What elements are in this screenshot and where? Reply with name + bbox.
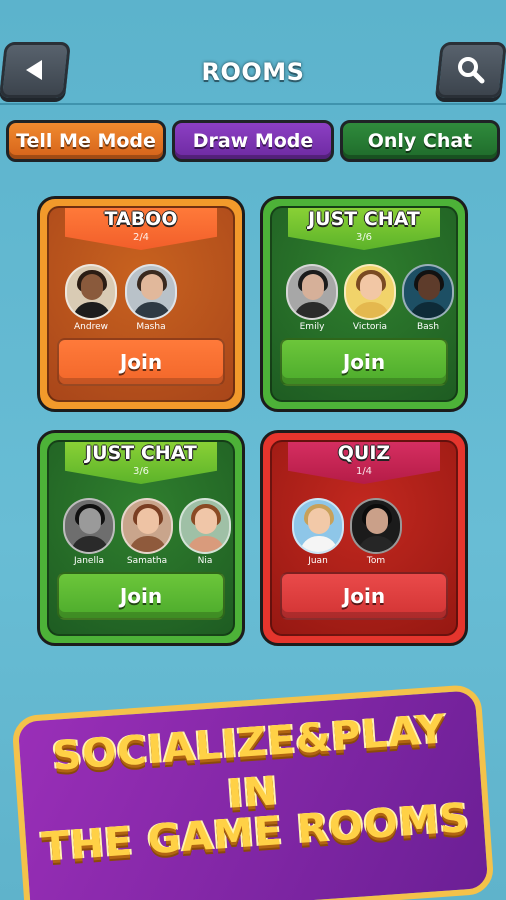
promo-banner-text: SOCIALIZE&PLAY IN THE GAME ROOMS bbox=[0, 673, 506, 900]
player-name: Emily bbox=[299, 322, 325, 332]
player-name: Masha bbox=[136, 322, 166, 332]
join-button[interactable]: Join bbox=[57, 572, 225, 620]
player[interactable]: Juan bbox=[290, 498, 346, 572]
player[interactable]: Samatha bbox=[119, 498, 175, 572]
player[interactable]: Emily bbox=[284, 264, 340, 338]
player-name: Andrew bbox=[74, 322, 108, 332]
room-ribbon: JUST CHAT 3/6 bbox=[288, 208, 440, 250]
search-icon bbox=[458, 57, 485, 84]
room-title: QUIZ bbox=[337, 442, 391, 464]
player[interactable]: Andrew bbox=[63, 264, 119, 338]
avatar bbox=[121, 498, 173, 554]
room-player-count: 1/4 bbox=[355, 466, 373, 477]
player-name: Juan bbox=[308, 556, 328, 566]
avatar bbox=[179, 498, 231, 554]
room-card-just-chat: JUST CHAT 3/6 Janella Samatha Nia Join bbox=[37, 430, 245, 646]
room-card-body: JUST CHAT 3/6 Janella Samatha Nia Join bbox=[47, 440, 235, 636]
room-players: Juan Tom bbox=[278, 498, 450, 572]
player-name: Samatha bbox=[126, 556, 168, 566]
room-title: JUST CHAT bbox=[85, 442, 197, 464]
room-player-count: 2/4 bbox=[132, 232, 150, 243]
tab-tell-me-mode[interactable]: Tell Me Mode bbox=[6, 120, 166, 162]
player[interactable]: Janella bbox=[61, 498, 117, 572]
promo-banner: SOCIALIZE&PLAY IN THE GAME ROOMS bbox=[0, 683, 506, 900]
join-button[interactable]: Join bbox=[57, 338, 225, 386]
avatar bbox=[402, 264, 454, 320]
room-players: Emily Victoria Bash bbox=[278, 264, 454, 338]
room-card-body: JUST CHAT 3/6 Emily Victoria Bash Join bbox=[270, 206, 458, 402]
player[interactable]: Bash bbox=[400, 264, 456, 338]
player[interactable]: Nia bbox=[177, 498, 233, 572]
search-button[interactable] bbox=[435, 42, 506, 98]
room-ribbon: QUIZ 1/4 bbox=[288, 442, 440, 484]
top-bar: ROOMS bbox=[0, 0, 506, 110]
page-title: ROOMS bbox=[201, 58, 305, 86]
tab-draw-mode[interactable]: Draw Mode bbox=[172, 120, 334, 162]
room-card-body: QUIZ 1/4 Juan Tom Join bbox=[270, 440, 458, 636]
avatar bbox=[344, 264, 396, 320]
player-name: Tom bbox=[366, 556, 386, 566]
avatar bbox=[286, 264, 338, 320]
player-name: Bash bbox=[416, 322, 440, 332]
avatar bbox=[63, 498, 115, 554]
join-button[interactable]: Join bbox=[280, 338, 448, 386]
player[interactable]: Masha bbox=[123, 264, 179, 338]
room-card-quiz: QUIZ 1/4 Juan Tom Join bbox=[260, 430, 468, 646]
tab-only-chat[interactable]: Only Chat bbox=[340, 120, 500, 162]
player-name: Victoria bbox=[352, 322, 388, 332]
join-button[interactable]: Join bbox=[280, 572, 448, 620]
room-players: Andrew Masha bbox=[55, 264, 227, 338]
room-card-just-chat: JUST CHAT 3/6 Emily Victoria Bash Join bbox=[260, 196, 468, 412]
room-card-body: TABOO 2/4 Andrew Masha Join bbox=[47, 206, 235, 402]
room-title: JUST CHAT bbox=[308, 208, 420, 230]
room-card-taboo: TABOO 2/4 Andrew Masha Join bbox=[37, 196, 245, 412]
room-player-count: 3/6 bbox=[355, 232, 373, 243]
player-name: Janella bbox=[74, 556, 104, 566]
player[interactable]: Tom bbox=[348, 498, 404, 572]
room-ribbon: JUST CHAT 3/6 bbox=[65, 442, 217, 484]
avatar bbox=[292, 498, 344, 554]
mode-tabs: Tell Me Mode Draw Mode Only Chat bbox=[6, 120, 500, 164]
avatar bbox=[65, 264, 117, 320]
avatar bbox=[350, 498, 402, 554]
room-ribbon: TABOO 2/4 bbox=[65, 208, 217, 250]
player-name: Nia bbox=[197, 556, 213, 566]
room-players: Janella Samatha Nia bbox=[55, 498, 231, 572]
rooms-screen: ROOMS Tell Me Mode Draw Mode Only Chat T… bbox=[0, 0, 506, 900]
room-title: TABOO bbox=[104, 208, 178, 230]
player[interactable]: Victoria bbox=[342, 264, 398, 338]
room-player-count: 3/6 bbox=[132, 466, 150, 477]
avatar bbox=[125, 264, 177, 320]
